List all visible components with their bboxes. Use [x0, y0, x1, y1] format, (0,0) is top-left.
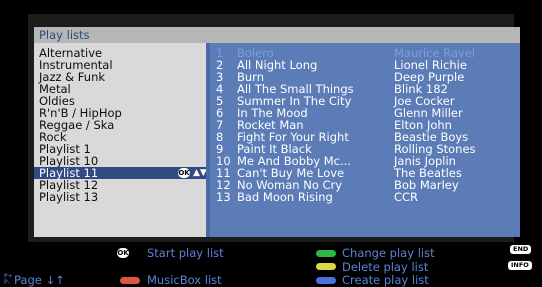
track-list: 1 Bolero Maurice Ravel 2 All Night Long Lione…: [206, 43, 520, 237]
track-row[interactable]: 13 Bad Moon Rising CCR: [206, 191, 520, 203]
up-down-arrow-icon: ▲▼: [193, 168, 207, 178]
header-bar: Play lists: [34, 27, 520, 43]
blue-key-icon: [316, 277, 336, 284]
page-title: Play lists: [39, 28, 90, 42]
playlist-item-label: Playlist 13: [39, 190, 99, 204]
track-title: Bad Moon Rising: [237, 190, 333, 204]
end-button[interactable]: END: [510, 245, 532, 254]
create-play-list-button[interactable]: Create play list: [342, 274, 429, 286]
playlist-category-list: Alternative Instrumental Jazz & Funk Metal O…: [34, 43, 207, 237]
delete-play-list-button[interactable]: Delete play list: [342, 261, 428, 273]
start-play-list-button[interactable]: Start play list: [147, 247, 224, 259]
track-artist: CCR: [394, 190, 419, 204]
change-play-list-button[interactable]: Change play list: [342, 247, 435, 259]
red-key-icon: [120, 277, 140, 284]
playlist-item[interactable]: Playlist 13: [34, 191, 206, 203]
track-list-divider: [206, 43, 210, 237]
ok-button-icon: OK: [117, 248, 129, 258]
yellow-key-icon: [316, 263, 336, 270]
green-key-icon: [316, 250, 336, 257]
musicbox-list-button[interactable]: MusicBox list: [147, 274, 222, 286]
page-navigation-button[interactable]: Page ↓↑: [14, 274, 65, 286]
track-number: 13: [216, 190, 231, 204]
ok-icon: OK: [178, 168, 190, 178]
page-down-key-icon: P-: [4, 279, 10, 286]
info-button[interactable]: INFO: [508, 261, 532, 270]
